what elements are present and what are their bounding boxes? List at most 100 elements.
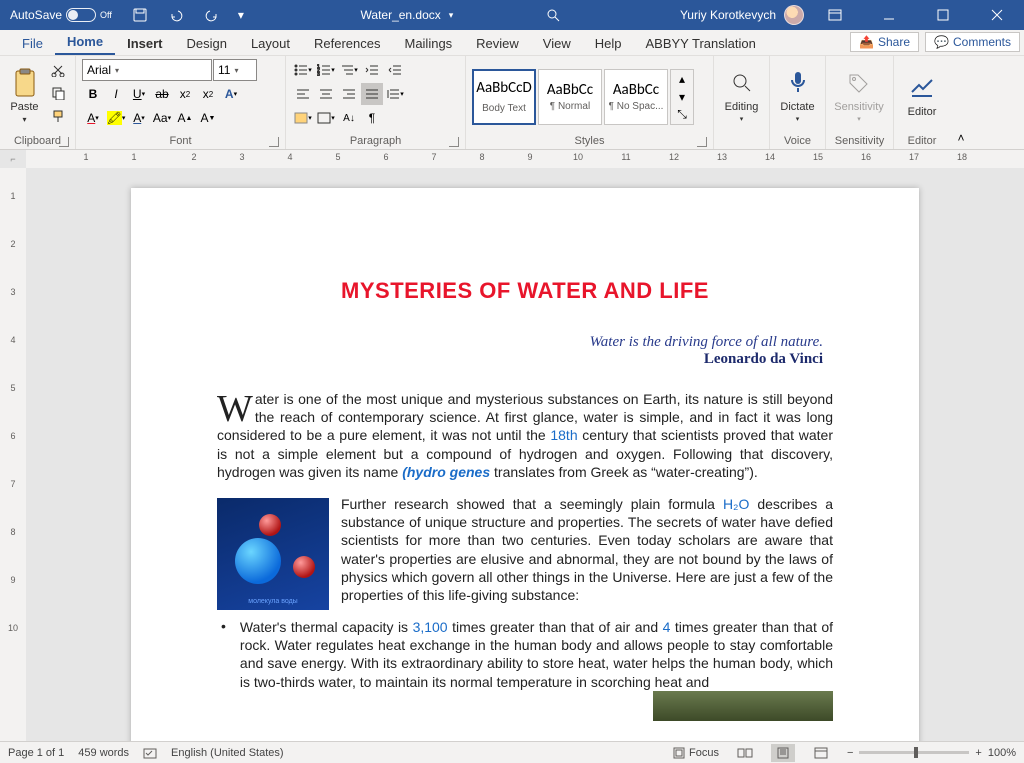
- styles-scroll-up[interactable]: ▴: [671, 70, 693, 88]
- search-button[interactable]: [539, 1, 567, 29]
- user-name[interactable]: Yuriy Korotkevych: [680, 8, 776, 22]
- strike-button[interactable]: ab: [151, 83, 173, 105]
- sort-button[interactable]: A↓: [338, 107, 360, 129]
- status-bar: Page 1 of 1 459 words English (United St…: [0, 741, 1024, 763]
- status-words[interactable]: 459 words: [78, 747, 129, 759]
- font-family-select[interactable]: Arial▾: [82, 59, 212, 81]
- link-hydrogenes[interactable]: (hydro genes: [402, 464, 490, 480]
- align-right-button[interactable]: [338, 83, 360, 105]
- dialog-launcher-icon[interactable]: [697, 137, 707, 147]
- tab-file[interactable]: File: [10, 32, 55, 55]
- status-page[interactable]: Page 1 of 1: [8, 747, 64, 759]
- tab-review[interactable]: Review: [464, 32, 531, 55]
- save-button[interactable]: [126, 1, 154, 29]
- align-center-button[interactable]: [315, 83, 337, 105]
- dictate-button[interactable]: Dictate▾: [776, 59, 819, 131]
- zoom-out-button[interactable]: −: [847, 747, 853, 759]
- tab-layout[interactable]: Layout: [239, 32, 302, 55]
- tab-design[interactable]: Design: [174, 32, 238, 55]
- editor-button[interactable]: Editor: [900, 59, 944, 131]
- tab-view[interactable]: View: [531, 32, 583, 55]
- proofing-icon[interactable]: [143, 746, 157, 760]
- italic-button[interactable]: I: [105, 83, 127, 105]
- page-1: MYSTERIES OF WATER AND LIFE Water is the…: [131, 188, 919, 741]
- style-body-text[interactable]: AaBbCcDBody Text: [472, 69, 536, 125]
- close-button[interactable]: [974, 0, 1020, 30]
- user-avatar-icon[interactable]: [784, 5, 804, 25]
- show-paragraph-marks-button[interactable]: ¶: [361, 107, 383, 129]
- subscript-button[interactable]: x2: [174, 83, 196, 105]
- tab-mailings[interactable]: Mailings: [392, 32, 464, 55]
- link-h2o[interactable]: H₂O: [723, 496, 749, 512]
- align-justify-button[interactable]: [361, 83, 383, 105]
- font-shading-button[interactable]: A▾: [128, 107, 150, 129]
- dialog-launcher-icon[interactable]: [269, 137, 279, 147]
- focus-button[interactable]: Focus: [673, 747, 719, 759]
- tab-home[interactable]: Home: [55, 30, 115, 55]
- vertical-ruler[interactable]: 12345678910: [0, 168, 26, 741]
- comment-icon: 💬: [934, 35, 949, 49]
- ribbon-options-button[interactable]: [812, 0, 858, 30]
- multilevel-list-button[interactable]: ▾: [338, 59, 360, 81]
- dialog-launcher-icon[interactable]: [59, 137, 69, 147]
- borders-button[interactable]: ▾: [315, 107, 337, 129]
- link-18th[interactable]: 18th: [550, 427, 577, 443]
- cut-button[interactable]: [47, 59, 69, 81]
- styles-group-label: Styles: [575, 135, 605, 147]
- zoom-slider[interactable]: [859, 751, 969, 754]
- comments-button[interactable]: 💬Comments: [925, 32, 1020, 52]
- style-normal[interactable]: AaBbCc¶ Normal: [538, 69, 602, 125]
- zoom-in-button[interactable]: +: [975, 747, 981, 759]
- change-case-button[interactable]: Aa▾: [151, 107, 173, 129]
- qat-customize-button[interactable]: ▾: [234, 1, 248, 29]
- shading-button[interactable]: ▾: [292, 107, 314, 129]
- styles-scroll-down[interactable]: ▾: [671, 88, 693, 106]
- zoom-level[interactable]: 100%: [988, 747, 1016, 759]
- underline-button[interactable]: U▾: [128, 83, 150, 105]
- text-effects-button[interactable]: A▾: [220, 83, 242, 105]
- numbering-button[interactable]: 123▾: [315, 59, 337, 81]
- editing-button[interactable]: Editing▾: [720, 59, 763, 131]
- collapse-ribbon-button[interactable]: ˄: [950, 56, 972, 149]
- grow-font-button[interactable]: A▲: [174, 107, 196, 129]
- maximize-button[interactable]: [920, 0, 966, 30]
- tab-insert[interactable]: Insert: [115, 32, 174, 55]
- title-dropdown-icon[interactable]: ▾: [449, 10, 454, 21]
- decrease-indent-button[interactable]: [361, 59, 383, 81]
- redo-button[interactable]: [198, 1, 226, 29]
- horizontal-ruler[interactable]: 1123456789101112131415161718: [26, 150, 1024, 168]
- autosave-toggle[interactable]: AutoSave Off: [4, 8, 118, 22]
- bullets-button[interactable]: ▾: [292, 59, 314, 81]
- clipboard-icon: [9, 67, 41, 99]
- share-button[interactable]: 📤Share: [850, 32, 919, 52]
- tab-help[interactable]: Help: [583, 32, 634, 55]
- undo-button[interactable]: [162, 1, 190, 29]
- font-color-button[interactable]: A▾: [82, 107, 104, 129]
- shrink-font-button[interactable]: A▼: [197, 107, 219, 129]
- read-mode-button[interactable]: [733, 744, 757, 762]
- align-left-button[interactable]: [292, 83, 314, 105]
- styles-expand[interactable]: ⤡: [671, 106, 693, 124]
- voice-group-label: Voice: [784, 135, 811, 147]
- minimize-button[interactable]: [866, 0, 912, 30]
- highlight-button[interactable]: 🖍▾: [105, 107, 127, 129]
- print-layout-button[interactable]: [771, 744, 795, 762]
- superscript-button[interactable]: x2: [197, 83, 219, 105]
- dialog-launcher-icon[interactable]: [449, 137, 459, 147]
- font-size-select[interactable]: 11▾: [213, 59, 257, 81]
- style-no-spacing[interactable]: AaBbCc¶ No Spac...: [604, 69, 668, 125]
- title-bar: AutoSave Off ▾ Water_en.docx ▾ Yuriy Kor…: [0, 0, 1024, 30]
- tab-abbyy[interactable]: ABBYY Translation: [634, 32, 768, 55]
- paste-button[interactable]: Paste ▾: [6, 59, 43, 131]
- line-spacing-button[interactable]: ▾: [384, 83, 406, 105]
- paragraph-1: Water is one of the most unique and myst…: [217, 390, 833, 481]
- tab-references[interactable]: References: [302, 32, 392, 55]
- bold-button[interactable]: B: [82, 83, 104, 105]
- web-layout-button[interactable]: [809, 744, 833, 762]
- increase-indent-button[interactable]: [384, 59, 406, 81]
- status-language[interactable]: English (United States): [171, 747, 284, 759]
- format-painter-button[interactable]: [47, 105, 69, 127]
- link-3100[interactable]: 3,100: [413, 619, 448, 635]
- copy-button[interactable]: [47, 82, 69, 104]
- document-canvas[interactable]: MYSTERIES OF WATER AND LIFE Water is the…: [26, 168, 1024, 741]
